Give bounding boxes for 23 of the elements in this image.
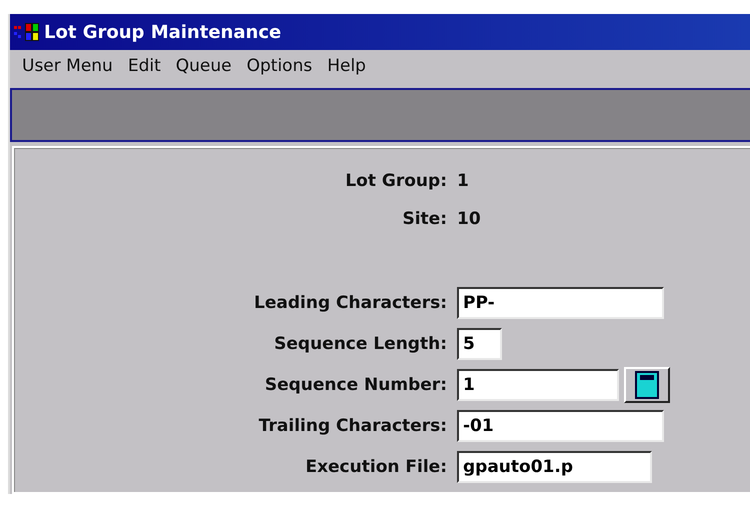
field-label: Leading Characters: [253,292,447,312]
field-label: Trailing Characters: [258,416,447,436]
menu-item[interactable]: Queue [172,56,243,84]
calculator-icon [635,370,659,398]
calculator-button[interactable] [624,366,670,402]
field-label: Execution File: [304,456,447,476]
input-field[interactable]: 5 [457,328,502,360]
menu-item[interactable]: Options [242,56,324,84]
menu-item[interactable]: User Menu [18,56,124,84]
input-field[interactable]: 1 [457,368,619,400]
field-label: Sequence Number: [264,374,447,394]
window-title: Lot Group Maintenance [44,22,282,42]
field-label: Sequence Length: [273,334,447,354]
input-field[interactable]: PP- [457,286,664,318]
app-icon [14,22,40,42]
field-value: 1 [457,171,469,191]
field-label: Lot Group: [344,171,447,191]
field-value: 10 [457,209,481,229]
menu-item[interactable]: Help [323,56,377,84]
input-field[interactable]: gpauto01.p [457,450,652,482]
field-label: Site: [401,209,447,229]
input-field[interactable]: -01 [457,410,664,442]
menu-item[interactable]: Edit [124,56,172,84]
